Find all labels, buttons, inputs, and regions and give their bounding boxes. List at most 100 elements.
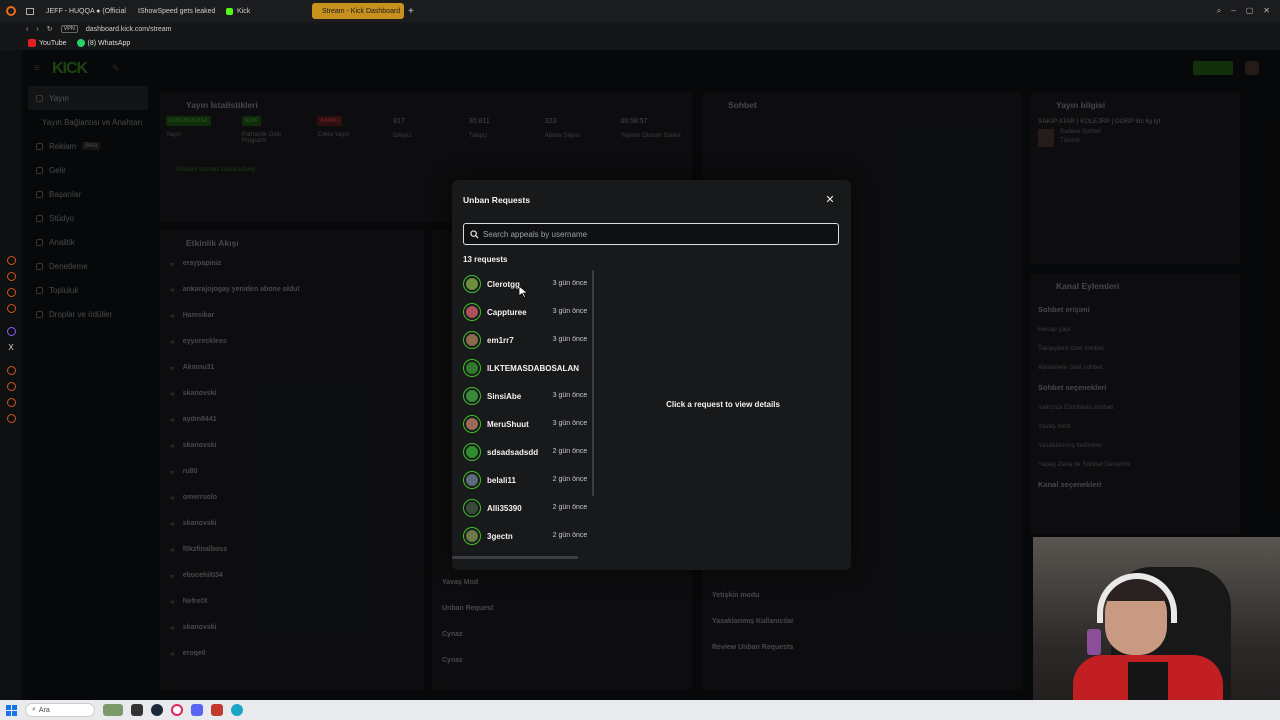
webcam-microphone (1087, 629, 1101, 655)
sidebar-app-icon[interactable] (6, 304, 16, 313)
x-icon[interactable]: X (0, 343, 22, 352)
search-icon: ⌕ (32, 706, 36, 713)
request-item[interactable]: 3gectn 2 gün önce (462, 522, 590, 550)
user-avatar (463, 471, 481, 489)
url-field[interactable]: dashboard.kick.com/stream (86, 26, 172, 33)
request-time: 2 gün önce (552, 504, 588, 511)
sidebar-app-icon[interactable] (6, 272, 16, 281)
request-time: 2 gün önce (552, 532, 588, 539)
bookmarks-bar: YouTube (8) WhatsApp (0, 36, 1280, 50)
history-icon[interactable] (6, 382, 16, 391)
app-icon[interactable] (211, 704, 223, 716)
request-item[interactable]: sdsadsadsdd 2 gün önce (462, 438, 590, 466)
user-avatar (463, 387, 481, 405)
back-icon[interactable]: ‹ (26, 26, 28, 33)
bookmark-whatsapp[interactable]: (8) WhatsApp (76, 39, 131, 47)
search-input[interactable] (483, 229, 823, 239)
request-list-horizontal-scrollbar[interactable] (452, 556, 578, 559)
tab-label: JEFF - HUQQA ● (Official (46, 7, 126, 15)
browser-tab[interactable]: Kick (220, 3, 310, 19)
windows-start-icon[interactable] (6, 704, 17, 716)
request-item[interactable]: em1rr7 3 gün önce (462, 326, 590, 354)
user-avatar (463, 443, 481, 461)
minimize-icon[interactable]: – (1231, 6, 1235, 16)
whatsapp-icon (76, 39, 85, 47)
screen: JEFF - HUQQA ● (Official IShowSpeed gets… (0, 0, 1280, 720)
request-time: 3 gün önce (552, 336, 588, 343)
browser-tab[interactable]: JEFF - HUQQA ● (Official (36, 3, 126, 19)
mouse-cursor-icon (519, 286, 528, 298)
edge-icon[interactable] (231, 704, 243, 716)
request-list: Clerotgg 3 gün önce Cappturee 3 gün önce em1… (462, 270, 590, 560)
request-username: belali11 (487, 475, 516, 485)
user-avatar (463, 527, 481, 545)
user-avatar (463, 275, 481, 293)
taskbar-search-label: Ara (38, 706, 50, 714)
opera-icon[interactable] (171, 704, 183, 716)
request-username: sdsadsadsdd (487, 447, 539, 457)
request-time: 3 gün önce (552, 280, 588, 287)
request-item[interactable]: Cappturee 3 gün önce (462, 298, 590, 326)
request-username: 3gectn (487, 531, 513, 541)
browser-sidebar: X (0, 50, 22, 700)
request-item[interactable]: SinsiAbe 3 gün önce (462, 382, 590, 410)
widgets-icon[interactable] (103, 704, 123, 716)
sidebar-app-icon[interactable] (6, 366, 16, 375)
browser-tab[interactable]: IShowSpeed gets leaked (128, 3, 218, 19)
modal-title: Unban Requests (463, 195, 531, 205)
browser-tab-active[interactable]: Stream - Kick Dashboard (312, 3, 404, 19)
maximize-icon[interactable]: ▢ (1246, 6, 1254, 16)
user-avatar (463, 331, 481, 349)
close-icon[interactable]: ✕ (824, 194, 836, 206)
downloads-icon[interactable] (6, 398, 16, 407)
request-username: MeruShuut (487, 419, 529, 429)
request-time: 2 gün önce (552, 448, 588, 455)
tab-label: Kick (237, 7, 251, 15)
request-list-scrollbar[interactable] (592, 270, 594, 496)
taskbar: ⌕ Ara (0, 700, 1280, 720)
sidebar-app-icon[interactable] (6, 288, 16, 297)
bookmark-label: (8) WhatsApp (87, 39, 131, 47)
taskbar-search[interactable]: ⌕ Ara (25, 703, 95, 717)
request-username: Clerotgg (487, 279, 520, 289)
request-time: 2 gün önce (552, 476, 588, 483)
user-avatar (463, 303, 481, 321)
discord-icon[interactable] (191, 704, 203, 716)
request-item[interactable]: ILKTEMASDABOSALAN (462, 354, 590, 382)
request-item[interactable]: belali11 2 gün önce (462, 466, 590, 494)
user-avatar (463, 359, 481, 377)
request-time: 3 gün önce (552, 392, 588, 399)
youtube-icon (28, 39, 36, 47)
request-time: 3 gün önce (552, 308, 588, 315)
request-item[interactable]: Alli35390 2 gün önce (462, 494, 590, 522)
new-tab-button[interactable]: + (408, 6, 414, 17)
detail-empty-state: Click a request to view details (666, 400, 780, 409)
tab-label: Stream - Kick Dashboard (322, 7, 401, 15)
address-bar: ‹ › ↻ VPN dashboard.kick.com/stream (0, 22, 1280, 36)
bookmark-label: YouTube (39, 39, 67, 47)
settings-icon[interactable] (6, 414, 16, 423)
search-field[interactable] (463, 223, 839, 245)
tab-label: IShowSpeed gets leaked (138, 7, 216, 15)
steam-icon[interactable] (151, 704, 163, 716)
request-count: 13 requests (463, 255, 508, 264)
request-username: Alli35390 (487, 503, 522, 513)
file-explorer-icon[interactable] (131, 704, 143, 716)
webcam-overlay (1033, 537, 1280, 720)
tab-groups-icon[interactable] (26, 7, 34, 15)
browser-tab-bar: JEFF - HUQQA ● (Official IShowSpeed gets… (0, 0, 1280, 22)
messenger-icon[interactable] (6, 327, 16, 336)
kick-favicon-icon (226, 7, 233, 15)
request-item[interactable]: MeruShuut 3 gün önce (462, 410, 590, 438)
sidebar-app-icon[interactable] (6, 256, 16, 265)
search-icon[interactable]: ⌕ (1217, 6, 1221, 16)
request-time: 3 gün önce (552, 420, 588, 427)
close-window-icon[interactable]: ✕ (1263, 6, 1270, 16)
browser-logo-icon[interactable] (6, 6, 16, 16)
reload-icon[interactable]: ↻ (47, 25, 53, 33)
request-username: ILKTEMASDABOSALAN (487, 363, 579, 373)
forward-icon[interactable]: › (36, 26, 38, 33)
request-username: SinsiAbe (487, 391, 522, 401)
bookmark-youtube[interactable]: YouTube (28, 39, 67, 47)
vpn-badge[interactable]: VPN (60, 25, 78, 33)
